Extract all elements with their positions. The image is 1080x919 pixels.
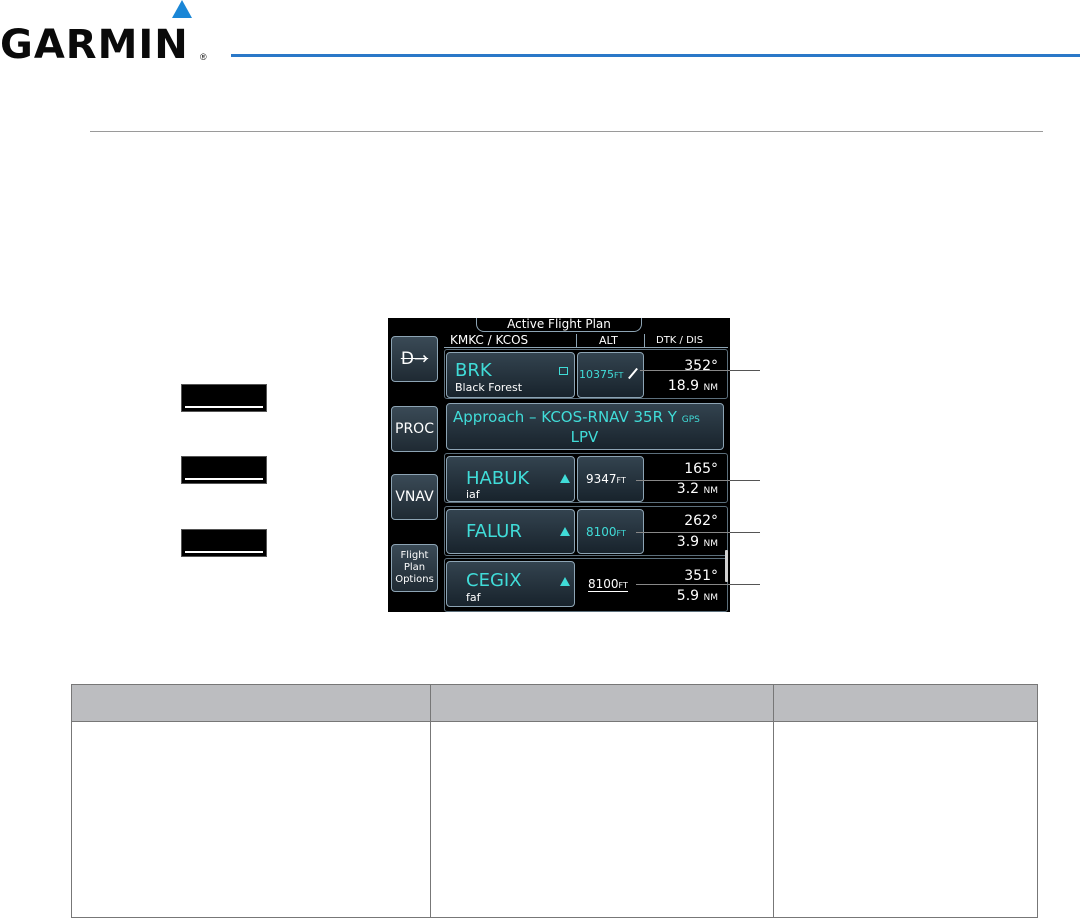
col-divider [576, 334, 577, 348]
screen-title: Active Flight Plan [507, 318, 611, 331]
waypoint-name: HABUK [466, 468, 530, 489]
waypoint-name: BRK [455, 360, 492, 381]
callout-line [636, 532, 730, 533]
altitude-button-brk[interactable]: 10375FT [577, 352, 644, 398]
proc-label: PROC [395, 421, 434, 437]
dtk-value: 352° [684, 358, 718, 374]
callout-line [636, 584, 730, 585]
flight-plan-options-button[interactable]: Flight Plan Options [391, 544, 438, 592]
procedure-line2: LPV [570, 428, 599, 446]
header-underline [444, 347, 728, 348]
options-label-2: Plan [403, 562, 426, 573]
vertical-constraint-icon [560, 577, 570, 586]
table-column-divider [773, 685, 774, 918]
waypoint-name: FALUR [466, 521, 522, 542]
registered-mark: ® [200, 52, 207, 62]
callout-line [730, 370, 760, 371]
callout-line [730, 584, 760, 585]
dtk-value: 351° [684, 568, 718, 584]
col-divider [644, 334, 645, 348]
direct-to-button[interactable]: D→ [391, 336, 438, 382]
garmin-logo: GARMIN [0, 22, 189, 68]
waypoint-sub: faf [466, 591, 481, 604]
dis-value: 3.2 NM [676, 481, 718, 497]
callout-line [636, 480, 730, 481]
scrollbar[interactable] [725, 550, 728, 582]
section-divider [90, 131, 1043, 132]
waypoint-name: CEGIX [466, 570, 522, 591]
altitude-button-falur[interactable]: 8100FT [577, 509, 644, 554]
dtk-value: 165° [684, 461, 718, 477]
options-label-1: Flight [400, 550, 429, 561]
info-icon [559, 367, 568, 375]
dtk-value: 262° [684, 513, 718, 529]
flight-plan-screen: Active Flight Plan KMKC / KCOS ALT DTK /… [388, 318, 730, 612]
waypoint-button-cegix[interactable]: CEGIX faf [446, 561, 575, 607]
dis-value: 3.9 NM [676, 534, 718, 550]
procedure-line1: Approach – KCOS-RNAV 35R Y GPS [453, 408, 700, 426]
altitude-button-habuk[interactable]: 9347FT [577, 456, 644, 502]
legend-box-3 [181, 529, 267, 557]
vertical-constraint-icon [560, 527, 570, 536]
table-header-rule [72, 721, 1037, 722]
waypoint-button-falur[interactable]: FALUR [446, 509, 575, 554]
procedure-button[interactable]: Approach – KCOS-RNAV 35R Y GPS LPV [446, 403, 724, 450]
direct-to-icon: D→ [400, 349, 429, 369]
callout-line [640, 370, 730, 371]
waypoint-sub: Black Forest [455, 381, 523, 394]
edit-pencil-icon [628, 367, 638, 380]
table-column-divider [430, 685, 431, 918]
callout-line [730, 532, 760, 533]
waypoint-button-brk[interactable]: BRK Black Forest [446, 352, 575, 398]
legend-box-1 [181, 384, 267, 412]
legend-box-2 [181, 456, 267, 484]
header-rule [231, 54, 1080, 57]
vnav-label: VNAV [395, 489, 434, 505]
vnav-button[interactable]: VNAV [391, 474, 438, 520]
description-table [71, 684, 1038, 918]
col-dtk-dis: DTK / DIS [656, 335, 704, 346]
waypoint-button-habuk[interactable]: HABUK iaf [446, 456, 575, 502]
options-label-3: Options [395, 574, 434, 585]
logo-triangle-icon [172, 0, 192, 18]
dis-value: 18.9 NM [667, 378, 718, 394]
table-header [72, 685, 1037, 721]
route-label: KMKC / KCOS [450, 333, 529, 347]
vertical-constraint-icon [560, 474, 570, 483]
proc-button[interactable]: PROC [391, 406, 438, 452]
altitude-value: 8100FT [588, 577, 628, 592]
altitude-value: 8100FT [586, 525, 626, 539]
altitude-value: 9347FT [586, 472, 626, 486]
waypoint-sub: iaf [466, 488, 480, 501]
dis-value: 5.9 NM [676, 588, 718, 604]
col-alt: ALT [599, 334, 618, 347]
callout-line [730, 480, 760, 481]
altitude-value: 10375FT [579, 368, 624, 381]
